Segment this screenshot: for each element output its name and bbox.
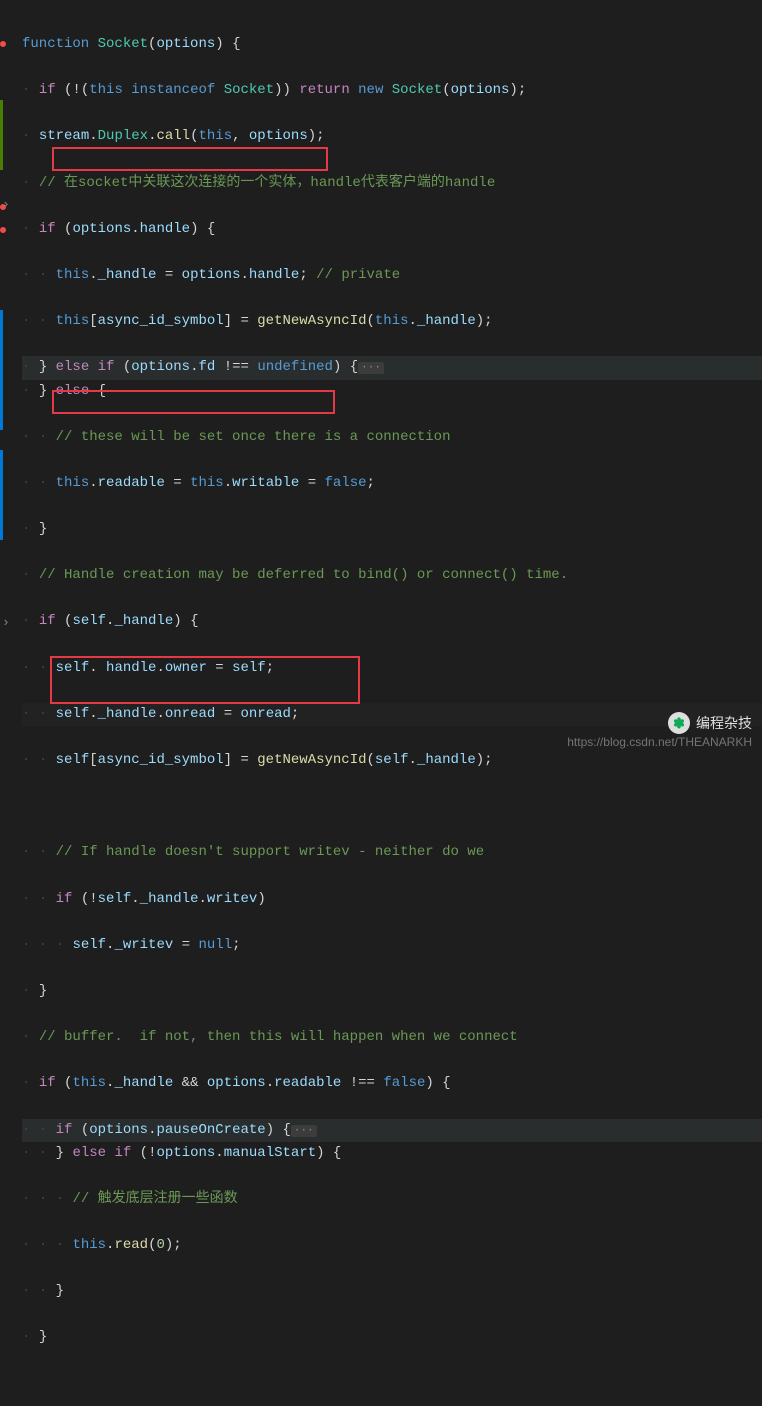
code-editor[interactable]: › › function Socket(options) { · if (!(t… [0,0,762,1406]
breakpoint-icon[interactable] [0,227,6,233]
watermark-text: 编程杂技 [696,712,752,735]
breakpoint-icon[interactable] [0,41,6,47]
diff-modified-bar [0,450,3,540]
diff-added-bar [0,100,3,170]
watermark: ✽ 编程杂技 [668,712,752,735]
wechat-icon: ✽ [668,712,690,734]
gutter: › › [0,0,18,1406]
breakpoint-icon[interactable] [0,204,6,210]
folded-region[interactable]: ··· [291,1125,317,1137]
source-url: https://blog.csdn.net/THEANARKH [567,733,752,753]
diff-modified-bar [0,310,3,430]
fold-chevron-icon[interactable]: › [2,612,10,633]
folded-region[interactable]: ··· [358,362,384,374]
code-content[interactable]: function Socket(options) { · if (!(this … [4,10,762,1396]
